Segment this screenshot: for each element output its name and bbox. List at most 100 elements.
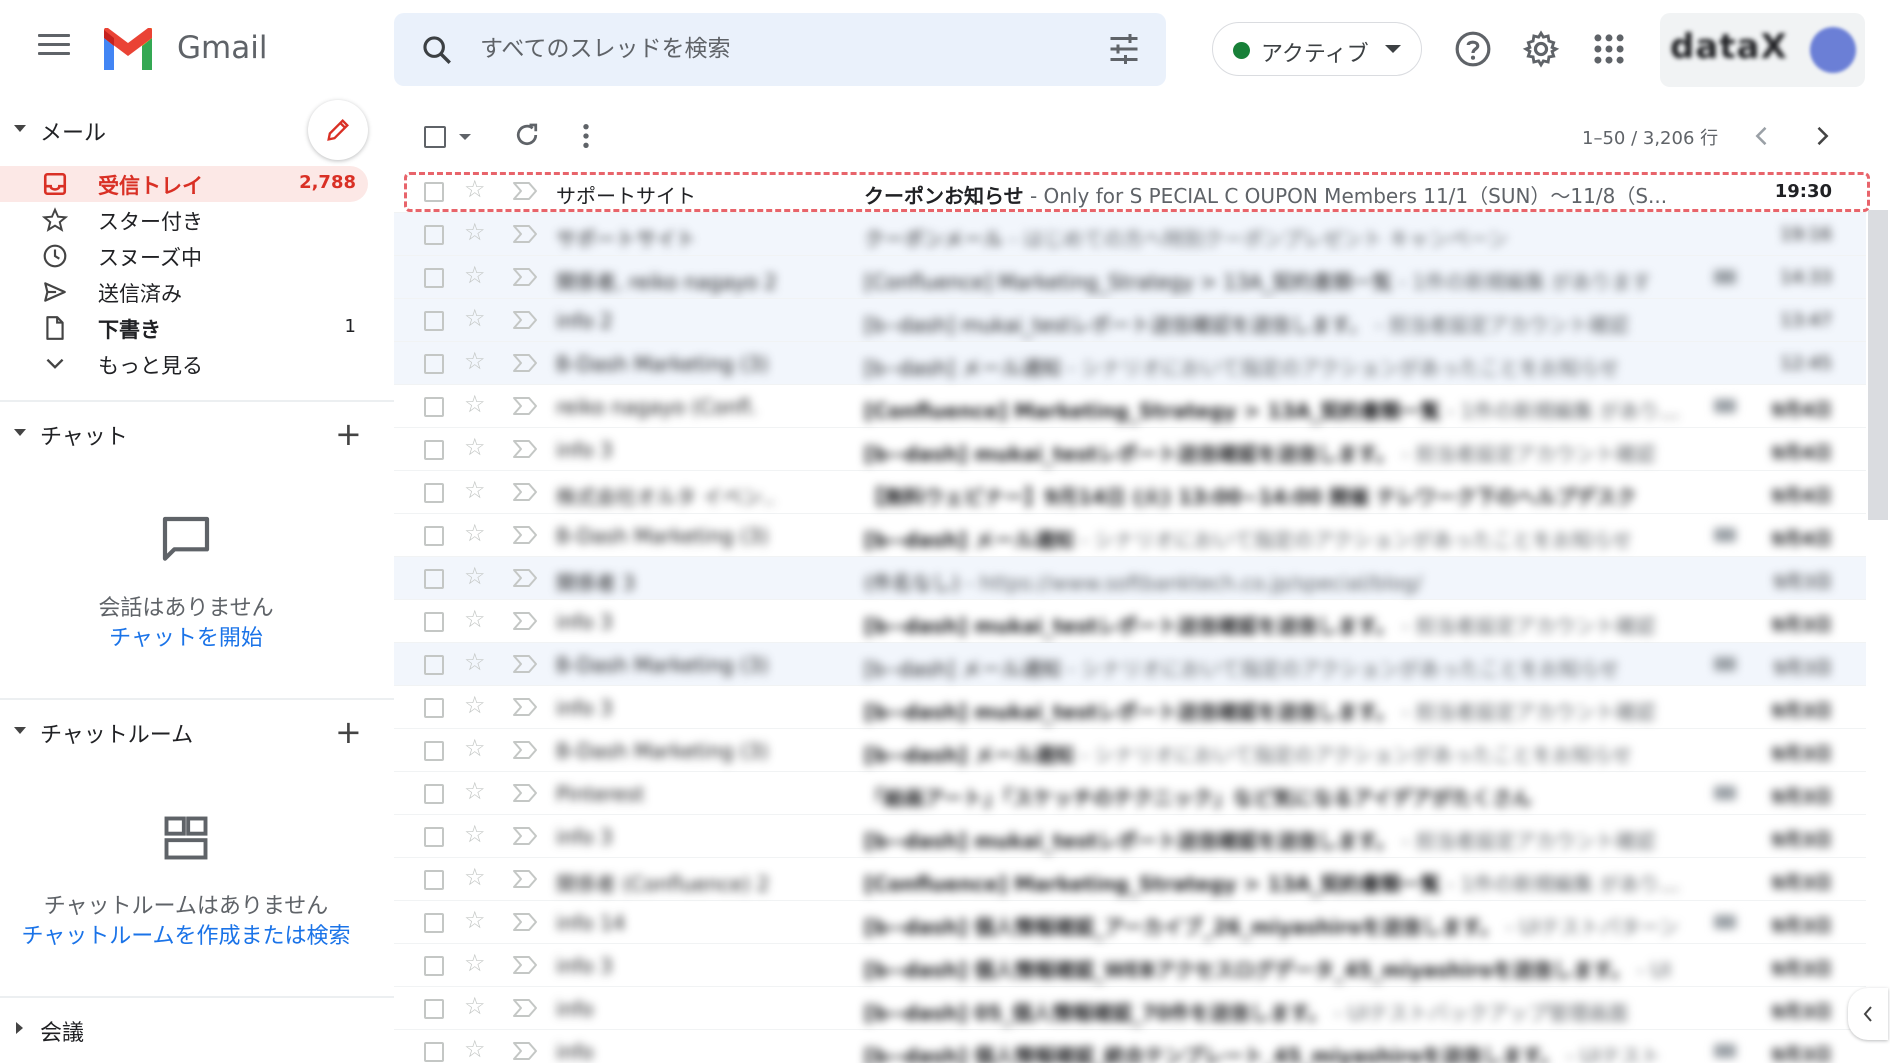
important-marker-icon[interactable] — [512, 181, 538, 201]
email-row[interactable]: ☆ 関係者 3 (件名なし) - https://www.softbanktech.… — [394, 557, 1866, 600]
search-icon[interactable] — [420, 33, 454, 67]
important-marker-icon[interactable] — [512, 267, 538, 287]
row-checkbox[interactable] — [424, 870, 444, 890]
sidebar-item-drafts[interactable]: 下書き 1 — [0, 310, 368, 346]
star-icon[interactable]: ☆ — [464, 1037, 486, 1061]
email-row[interactable]: ☆ B-Dash Marketing (3) [b--dash] メール通知 - シ… — [394, 643, 1866, 686]
important-marker-icon[interactable] — [512, 740, 538, 760]
email-row[interactable]: ☆ サポートサイト クーポンメール - はじめての方へ特別クーポンプレゼント キャン… — [394, 213, 1866, 256]
compose-button[interactable] — [308, 100, 368, 160]
email-row[interactable]: ☆ B-Dash Marketing (3) [b--dash] メール通知 - シ… — [394, 514, 1866, 557]
star-icon[interactable]: ☆ — [464, 607, 486, 631]
email-row[interactable]: ☆ info [b--dash] 個人情報確認_統合テンプレート_45_miyash… — [394, 1030, 1866, 1063]
apps-grid-icon[interactable] — [1590, 30, 1628, 68]
search-input[interactable] — [480, 29, 1080, 69]
row-checkbox[interactable] — [424, 784, 444, 804]
chevron-right-icon[interactable] — [1808, 122, 1836, 150]
scrollbar[interactable] — [1868, 210, 1888, 520]
row-checkbox[interactable] — [424, 956, 444, 976]
row-checkbox[interactable] — [424, 354, 444, 374]
row-checkbox[interactable] — [424, 225, 444, 245]
email-row[interactable]: ☆ info [b--dash] 05_個人情報確認_70件を送信します。 - UI… — [394, 987, 1866, 1030]
search-options-icon[interactable] — [1106, 31, 1142, 67]
meet-section-header[interactable]: 会議 — [0, 1010, 394, 1050]
important-marker-icon[interactable] — [512, 396, 538, 416]
star-icon[interactable]: ☆ — [464, 349, 486, 373]
email-row[interactable]: ☆ info 3 [b--dash] mukai_testレポート送信確認を送信しま… — [394, 428, 1866, 471]
start-chat-link[interactable]: チャットを開始 — [0, 620, 372, 652]
important-marker-icon[interactable] — [512, 869, 538, 889]
email-row[interactable]: ☆ reiko nagayo (Confl. [Confluence] Market… — [394, 385, 1866, 428]
important-marker-icon[interactable] — [512, 826, 538, 846]
important-marker-icon[interactable] — [512, 697, 538, 717]
gmail-logo-icon[interactable] — [100, 27, 156, 70]
sidebar-item-sent[interactable]: 送信済み — [0, 274, 368, 310]
star-icon[interactable]: ☆ — [464, 564, 486, 588]
important-marker-icon[interactable] — [512, 912, 538, 932]
refresh-icon[interactable] — [512, 120, 542, 150]
star-icon[interactable]: ☆ — [464, 908, 486, 932]
important-marker-icon[interactable] — [512, 439, 538, 459]
important-marker-icon[interactable] — [512, 568, 538, 588]
star-icon[interactable]: ☆ — [464, 736, 486, 760]
row-checkbox[interactable] — [424, 827, 444, 847]
chevron-left-icon[interactable] — [1748, 122, 1776, 150]
row-checkbox[interactable] — [424, 182, 444, 202]
star-icon[interactable]: ☆ — [464, 392, 486, 416]
important-marker-icon[interactable] — [512, 654, 538, 674]
row-checkbox[interactable] — [424, 1042, 444, 1062]
star-icon[interactable]: ☆ — [464, 650, 486, 674]
row-checkbox[interactable] — [424, 268, 444, 288]
select-all-checkbox[interactable] — [424, 126, 446, 148]
email-row[interactable]: ☆ 株式会社オルタ イベン.. 【無料ウェビナー】9月14日 (火) 13:00~1… — [394, 471, 1866, 514]
important-marker-icon[interactable] — [512, 525, 538, 545]
help-icon[interactable] — [1454, 30, 1492, 68]
important-marker-icon[interactable] — [512, 482, 538, 502]
important-marker-icon[interactable] — [512, 224, 538, 244]
star-icon[interactable]: ☆ — [464, 306, 486, 330]
star-icon[interactable]: ☆ — [464, 865, 486, 889]
row-checkbox[interactable] — [424, 483, 444, 503]
row-checkbox[interactable] — [424, 397, 444, 417]
important-marker-icon[interactable] — [512, 998, 538, 1018]
email-row[interactable]: ☆ info 2 [b--dash] mukai_testレポート送信確認を送信しま… — [394, 299, 1866, 342]
more-vert-icon[interactable] — [580, 122, 592, 150]
sidebar-item-inbox[interactable]: 受信トレイ 2,788 — [0, 166, 368, 202]
new-chat-plus-icon[interactable]: + — [335, 418, 362, 450]
avatar[interactable] — [1810, 27, 1856, 73]
star-icon[interactable]: ☆ — [464, 779, 486, 803]
email-row[interactable]: ☆ 関係者, reiko nagayo 2 [Confluence] Marketi… — [394, 256, 1866, 299]
row-checkbox[interactable] — [424, 999, 444, 1019]
email-row[interactable]: ☆ info 3 [b--dash] mukai_testレポート送信確認を送信しま… — [394, 815, 1866, 858]
rooms-section-header[interactable]: チャットルーム + — [0, 712, 394, 752]
row-checkbox[interactable] — [424, 741, 444, 761]
new-room-plus-icon[interactable]: + — [335, 716, 362, 748]
email-row[interactable]: ☆ B-Dash Marketing (3) [b--dash] メール通知 - シ… — [394, 729, 1866, 772]
important-marker-icon[interactable] — [512, 783, 538, 803]
star-icon[interactable]: ☆ — [464, 478, 486, 502]
row-checkbox[interactable] — [424, 526, 444, 546]
important-marker-icon[interactable] — [512, 1041, 538, 1061]
row-checkbox[interactable] — [424, 913, 444, 933]
star-icon[interactable]: ☆ — [464, 435, 486, 459]
chat-section-header[interactable]: チャット + — [0, 414, 394, 454]
main-menu-icon[interactable] — [38, 34, 70, 62]
star-icon[interactable]: ☆ — [464, 951, 486, 975]
star-icon[interactable]: ☆ — [464, 521, 486, 545]
select-dropdown-caret-icon[interactable] — [459, 134, 471, 140]
row-checkbox[interactable] — [424, 612, 444, 632]
star-icon[interactable]: ☆ — [464, 263, 486, 287]
sidebar-item-snoozed[interactable]: スヌーズ中 — [0, 238, 368, 274]
important-marker-icon[interactable] — [512, 353, 538, 373]
email-row[interactable]: ☆ B-Dash Marketing (3) [b--dash] メール通知 - シ… — [394, 342, 1866, 385]
email-row[interactable]: ☆ info 3 [b--dash] mukai_testレポート送信確認を送信しま… — [394, 686, 1866, 729]
star-icon[interactable]: ☆ — [464, 994, 486, 1018]
row-checkbox[interactable] — [424, 698, 444, 718]
star-icon[interactable]: ☆ — [464, 693, 486, 717]
status-dropdown[interactable]: アクティブ — [1212, 22, 1422, 76]
row-checkbox[interactable] — [424, 569, 444, 589]
gear-icon[interactable] — [1522, 30, 1560, 68]
create-room-link[interactable]: チャットルームを作成または検索 — [0, 918, 372, 950]
sidebar-item-more[interactable]: もっと見る — [0, 346, 368, 382]
email-row[interactable]: ☆ info 3 [b--dash] 個人情報確認_WEBアクセスログデータ_45_… — [394, 944, 1866, 987]
